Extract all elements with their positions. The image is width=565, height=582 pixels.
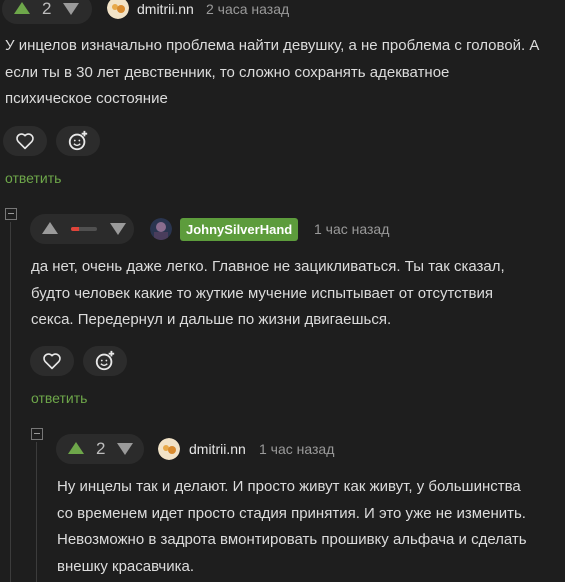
avatar[interactable]	[107, 0, 129, 19]
collapse-thread-button[interactable]	[5, 208, 17, 220]
downvote-icon[interactable]	[110, 223, 126, 235]
avatar[interactable]	[150, 218, 172, 240]
rating-count: 2	[96, 439, 106, 458]
timestamp[interactable]: 2 часа назад	[206, 1, 289, 17]
comment-line: психическое состояние	[5, 90, 168, 107]
comment-text: У инцелов изначально проблема найти деву…	[5, 33, 565, 113]
thread-line	[10, 222, 11, 582]
downvote-icon[interactable]	[63, 3, 80, 15]
rating-control: 2	[2, 0, 92, 24]
add-emoji-icon	[68, 130, 88, 151]
heart-icon	[16, 133, 34, 150]
timestamp[interactable]: 1 час назад	[259, 441, 334, 457]
add-emoji-icon	[95, 350, 115, 371]
upvote-icon[interactable]	[68, 442, 84, 454]
reaction-button[interactable]	[83, 346, 127, 376]
username[interactable]: dmitrii.nn	[137, 1, 194, 17]
comment-text: Ну инцелы так и делают. И просто живут к…	[57, 474, 565, 580]
upvote-icon[interactable]	[14, 2, 30, 14]
thread-line	[36, 442, 37, 582]
comment-line: Невозможно в задрота вмонтировать прошив…	[57, 531, 527, 548]
reply-link[interactable]: ответить	[31, 390, 87, 406]
like-button[interactable]	[30, 346, 74, 376]
comment-line: секса. Передернул и дальше по жизни двиг…	[31, 311, 392, 328]
timestamp[interactable]: 1 час назад	[314, 221, 389, 237]
comment-line: если ты в 30 лет девственник, то сложно …	[5, 63, 450, 81]
rating-bar-negative	[71, 227, 79, 231]
comment-line: да нет, очень даже легко. Главное не зац…	[31, 258, 505, 275]
comment-line: будто человек какие то жуткие мучение ис…	[31, 284, 494, 302]
rating-control: 2	[56, 434, 144, 464]
rating-count: 2	[42, 0, 52, 18]
rating-bar	[71, 227, 97, 231]
heart-icon	[43, 353, 61, 370]
username-badge[interactable]: JohnySilverHand	[180, 218, 299, 241]
comment-line: У инцелов изначально проблема найти деву…	[5, 37, 540, 54]
reaction-button[interactable]	[56, 126, 100, 156]
reply-link[interactable]: ответить	[5, 170, 61, 186]
comment-text: да нет, очень даже легко. Главное не зац…	[31, 254, 565, 334]
comment-line: со временем идет просто стадия принятия.…	[57, 504, 526, 522]
rating-control	[30, 214, 134, 244]
collapse-thread-button[interactable]	[31, 428, 43, 440]
downvote-icon[interactable]	[117, 443, 134, 455]
comment-line: Ну инцелы так и делают. И просто живут к…	[57, 478, 521, 495]
like-button[interactable]	[3, 126, 47, 156]
upvote-icon[interactable]	[42, 222, 58, 234]
avatar[interactable]	[158, 438, 180, 460]
username[interactable]: dmitrii.nn	[189, 441, 246, 457]
comment-line: внешку красавчика.	[57, 557, 195, 575]
